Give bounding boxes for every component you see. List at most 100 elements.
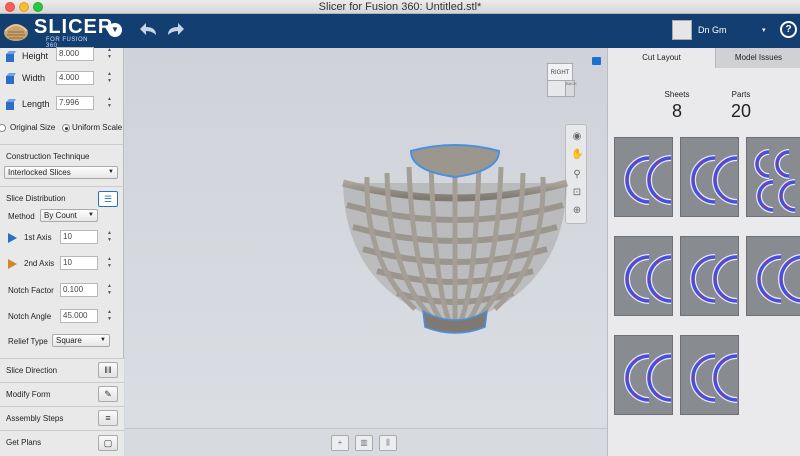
sheet-grid bbox=[614, 137, 800, 456]
viewcube-bottom-face[interactable] bbox=[547, 80, 567, 97]
get-plans-item[interactable]: Get Plans ▢ bbox=[0, 430, 124, 456]
length-stepper[interactable]: ▲ ▼ bbox=[106, 96, 113, 110]
app-toolbar: SLICER FOR FUSION 360 ▼ Dn Gm ▾ ? bbox=[0, 14, 800, 49]
axis1-label: 1st Axis bbox=[24, 233, 52, 242]
relief-type-select[interactable]: Square ▼ bbox=[52, 334, 110, 347]
cut-sheet-thumbnail[interactable] bbox=[614, 137, 673, 217]
logo-title: SLICER bbox=[34, 16, 114, 38]
tab-cut-layout[interactable]: Cut Layout bbox=[608, 48, 715, 68]
modify-form-icon[interactable]: ✎ bbox=[98, 386, 118, 402]
axis1-stepper[interactable]: ▲ ▼ bbox=[106, 230, 113, 244]
height-input[interactable]: 8.000 bbox=[56, 47, 94, 61]
sliced-hemisphere-model[interactable] bbox=[335, 143, 575, 343]
length-cube-icon bbox=[6, 99, 16, 110]
user-name: Dn Gm bbox=[698, 25, 727, 35]
method-select[interactable]: By Count ▼ bbox=[40, 209, 98, 222]
width-row: Width 4.000 ▲ ▼ bbox=[0, 70, 124, 90]
notch-angle-stepper[interactable]: ▲ ▼ bbox=[106, 309, 113, 323]
orbit-icon[interactable]: ◉ bbox=[571, 131, 583, 143]
original-size-radio[interactable] bbox=[0, 124, 6, 132]
width-input[interactable]: 4.000 bbox=[56, 71, 94, 85]
get-plans-label: Get Plans bbox=[6, 438, 42, 447]
assembly-steps-icon[interactable]: ≡ bbox=[98, 410, 118, 426]
parts-count: 20 bbox=[730, 101, 752, 121]
tab-model-issues[interactable]: Model Issues bbox=[715, 48, 800, 68]
notch-factor-stepper[interactable]: ▲ ▼ bbox=[106, 283, 113, 297]
uniform-scale-label: Uniform Scale bbox=[72, 123, 123, 132]
assembly-steps-label: Assembly Steps bbox=[6, 414, 64, 423]
window-close-button[interactable] bbox=[5, 2, 15, 12]
slice-distribution-button[interactable]: ☰ bbox=[98, 191, 118, 207]
sheet-parts-preview bbox=[690, 353, 738, 403]
sheet-parts-preview bbox=[624, 353, 672, 403]
get-plans-icon[interactable]: ▢ bbox=[98, 435, 118, 451]
slice-tools-icon[interactable]: ⫼ bbox=[379, 435, 397, 451]
sheet-parts-preview bbox=[754, 149, 796, 213]
sheet-parts-preview bbox=[624, 155, 672, 205]
redo-icon[interactable] bbox=[164, 21, 186, 39]
relief-type-label: Relief Type bbox=[8, 337, 48, 346]
modify-form-item[interactable]: Modify Form ✎ bbox=[0, 382, 124, 406]
slicer-logo-icon bbox=[4, 24, 28, 41]
uniform-scale-radio[interactable] bbox=[62, 124, 70, 132]
viewcube[interactable]: RIGHT BACK bbox=[545, 63, 577, 97]
undo-icon[interactable] bbox=[138, 21, 160, 39]
app-menu-button[interactable]: ▼ bbox=[108, 23, 122, 37]
length-input[interactable]: 7.996 bbox=[56, 96, 94, 110]
expand-panel-icon[interactable] bbox=[592, 57, 601, 65]
axis2-input[interactable]: 10 bbox=[60, 256, 98, 270]
window-maximize-button[interactable] bbox=[33, 2, 43, 12]
height-stepper[interactable]: ▲ ▼ bbox=[106, 47, 113, 61]
cut-sheet-thumbnail[interactable] bbox=[746, 137, 800, 217]
window-minimize-button[interactable] bbox=[19, 2, 29, 12]
right-panel: Cut Layout Model Issues Sheets 8 Parts 2… bbox=[607, 48, 800, 456]
width-stepper[interactable]: ▲ ▼ bbox=[106, 71, 113, 85]
width-cube-icon bbox=[6, 73, 16, 84]
cut-sheet-thumbnail[interactable] bbox=[680, 137, 739, 217]
right-panel-tabs: Cut Layout Model Issues bbox=[608, 48, 800, 68]
assembly-steps-item[interactable]: Assembly Steps ≡ bbox=[0, 406, 124, 430]
slice-direction-item[interactable]: Slice Direction ‖‖ bbox=[0, 358, 124, 382]
notch-angle-input[interactable]: 45.000 bbox=[60, 309, 98, 323]
axis2-stepper[interactable]: ▲ ▼ bbox=[106, 256, 113, 270]
viewcube-right-face[interactable]: RIGHT bbox=[547, 63, 573, 81]
sheets-stat: Sheets 8 bbox=[652, 90, 702, 122]
length-label: Length bbox=[22, 99, 50, 109]
notch-factor-label: Notch Factor bbox=[8, 286, 54, 295]
cut-sheet-thumbnail[interactable] bbox=[614, 236, 673, 316]
cut-sheet-thumbnail[interactable] bbox=[680, 335, 739, 415]
original-size-label: Original Size bbox=[10, 123, 56, 132]
modify-form-label: Modify Form bbox=[6, 390, 51, 399]
height-cube-icon bbox=[6, 51, 16, 62]
sheet-parts-preview bbox=[756, 254, 800, 304]
relief-type-select-value: Square bbox=[56, 336, 82, 345]
caret-down-icon: ▼ bbox=[88, 212, 94, 218]
slice-distribution-section: Slice Distribution ☰ Method By Count ▼ 1… bbox=[0, 186, 124, 358]
cut-sheet-thumbnail[interactable] bbox=[746, 236, 800, 316]
sheets-count: 8 bbox=[671, 101, 682, 121]
add-part-icon[interactable]: + bbox=[331, 435, 349, 451]
3d-viewport[interactable]: RIGHT BACK ◉ ✋ ⚲ ⊡ ⊕ + ▥ ⫼ bbox=[125, 48, 607, 456]
caret-down-icon: ▼ bbox=[100, 337, 106, 343]
sheet-parts-preview bbox=[624, 254, 672, 304]
viewcube-back-face[interactable]: BACK bbox=[565, 80, 577, 97]
construction-select-value: Interlocked Slices bbox=[8, 168, 71, 177]
cut-sheet-thumbnail[interactable] bbox=[680, 236, 739, 316]
trash-icon[interactable]: ▥ bbox=[355, 435, 373, 451]
slice-direction-icon[interactable]: ‖‖ bbox=[98, 362, 118, 378]
help-button[interactable]: ? bbox=[780, 21, 797, 38]
construction-title: Construction Technique bbox=[6, 152, 90, 161]
axis1-input[interactable]: 10 bbox=[60, 230, 98, 244]
construction-select[interactable]: Interlocked Slices ▼ bbox=[4, 166, 118, 179]
chevron-down-icon: ▼ bbox=[111, 25, 119, 34]
axis1-triangle-icon bbox=[8, 233, 17, 243]
user-menu[interactable]: Dn Gm ▾ bbox=[672, 18, 784, 44]
sheet-parts-preview bbox=[690, 254, 738, 304]
height-label: Height bbox=[22, 51, 49, 61]
caret-down-icon: ▾ bbox=[762, 27, 766, 34]
slice-distribution-title: Slice Distribution bbox=[6, 194, 66, 203]
sheets-label: Sheets bbox=[664, 90, 690, 99]
cut-sheet-thumbnail[interactable] bbox=[614, 335, 673, 415]
list-icon: ☰ bbox=[103, 194, 113, 204]
notch-factor-input[interactable]: 0.100 bbox=[60, 283, 98, 297]
